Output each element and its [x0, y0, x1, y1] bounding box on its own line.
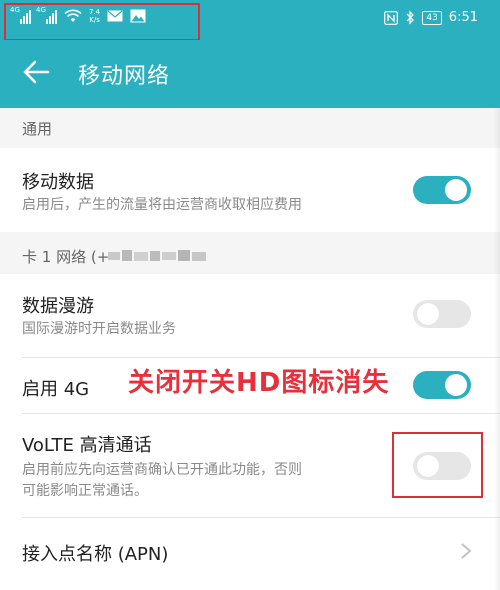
edge-shadow	[494, 108, 500, 590]
setting-subtitle: 启用前应先向运营商确认已开通此功能，否则	[22, 462, 302, 478]
data-roaming-toggle[interactable]	[413, 300, 471, 328]
status-icons-right: 43 6:51	[384, 10, 478, 25]
annotation-text: 关闭开关HD图标消失	[128, 368, 390, 398]
setting-subtitle: 可能影响正常通话。	[22, 483, 148, 499]
annotation-highlight-status	[4, 3, 200, 41]
section-header-general: 通用	[0, 108, 500, 148]
chevron-right-icon	[461, 543, 472, 559]
mobile-data-toggle[interactable]	[413, 176, 471, 204]
battery-icon: 43	[422, 10, 442, 25]
nfc-icon	[384, 10, 399, 25]
setting-subtitle: 启用后，产生的流量将由运营商收取相应费用	[22, 197, 302, 213]
setting-subtitle: 国际漫游时开启数据业务	[22, 321, 176, 337]
setting-row-mobile-data[interactable]: 移动数据 启用后，产生的流量将由运营商收取相应费用	[0, 148, 500, 232]
section-header-sim1: 卡 1 网络 (+	[0, 232, 500, 274]
annotation-highlight-volte-toggle	[392, 432, 483, 498]
redacted-phone-number	[108, 250, 206, 261]
back-arrow-icon[interactable]	[22, 58, 50, 86]
setting-title: 数据漫游	[22, 296, 94, 317]
page-title: 移动网络	[78, 64, 171, 89]
status-time: 6:51	[448, 10, 478, 25]
setting-row-apn[interactable]: 接入点名称 (APN)	[0, 518, 500, 590]
app-bar: 移动网络	[0, 40, 500, 108]
setting-title: 移动数据	[22, 172, 94, 193]
enable-4g-toggle[interactable]	[413, 371, 471, 399]
setting-title: 启用 4G	[22, 379, 90, 400]
bluetooth-icon	[406, 10, 415, 25]
setting-row-data-roaming[interactable]: 数据漫游 国际漫游时开启数据业务	[0, 274, 500, 358]
setting-title: VoLTE 高清通话	[22, 435, 152, 456]
setting-title: 接入点名称 (APN)	[22, 544, 169, 565]
